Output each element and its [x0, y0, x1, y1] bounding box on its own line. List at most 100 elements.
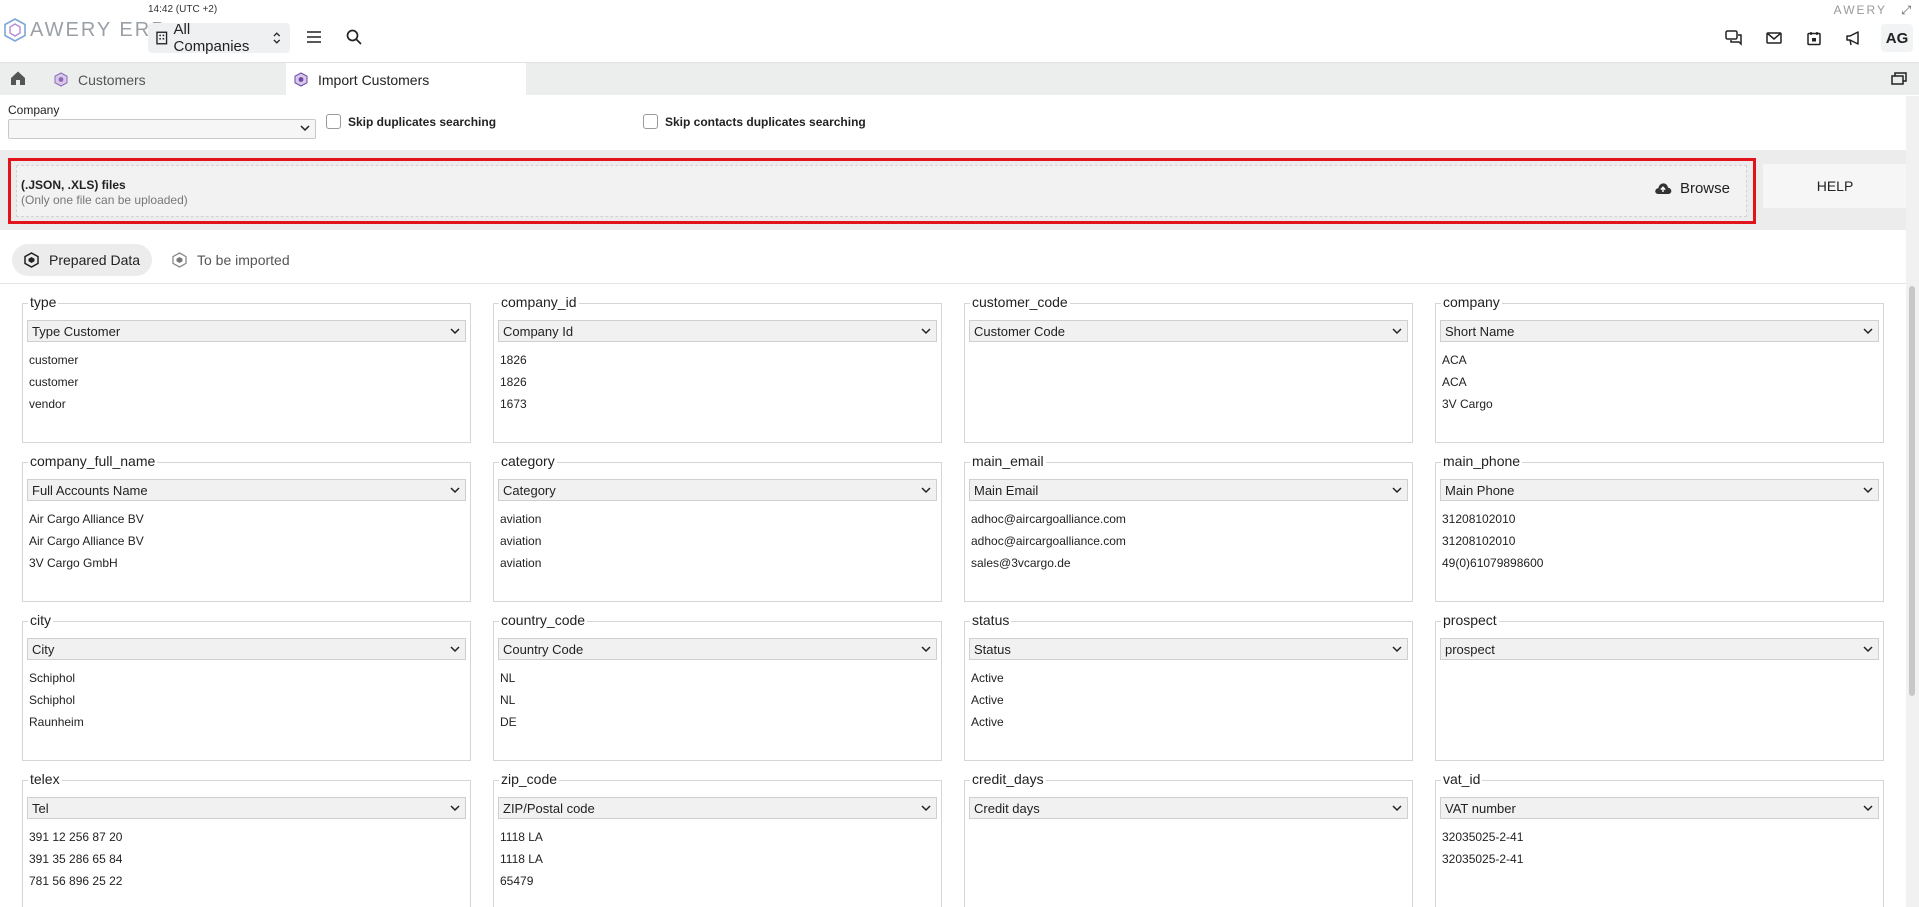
logo-text: AWERY ERP — [30, 18, 167, 41]
tab-import-customers[interactable]: Import Customers — [286, 63, 526, 96]
field-mapping-select[interactable]: Type Customer — [27, 320, 466, 342]
chevron-down-icon — [450, 328, 460, 335]
field-card-type: type Type Customer customer customer vendor — [22, 286, 471, 446]
skip-duplicates-checkbox[interactable]: Skip duplicates searching — [326, 114, 496, 129]
field-sample-value: Raunheim — [29, 715, 84, 729]
field-sample-value: Air Cargo Alliance BV — [29, 512, 144, 526]
brand-text: AWERY — [1833, 3, 1887, 17]
tab-prepared-data[interactable]: Prepared Data — [12, 244, 153, 276]
browse-button[interactable]: Browse — [1654, 180, 1730, 197]
field-mapping-select[interactable]: ZIP/Postal code — [498, 797, 937, 819]
field-mapping-value: Full Accounts Name — [32, 483, 148, 498]
field-card-credit-days: credit_days Credit days — [964, 763, 1413, 907]
company-label: Company — [8, 103, 60, 117]
field-mapping-select[interactable]: Company Id — [498, 320, 937, 342]
field-card-company: company Short Name ACA ACA 3V Cargo — [1435, 286, 1884, 446]
field-card-company-id: company_id Company Id 1826 1826 1673 — [493, 286, 942, 446]
field-mapping-select[interactable]: Short Name — [1440, 320, 1879, 342]
mail-icon[interactable] — [1760, 24, 1788, 52]
menu-icon[interactable] — [300, 23, 328, 51]
expand-icon[interactable]: ⤢ — [1901, 3, 1911, 18]
logo-icon — [4, 18, 26, 42]
tab-to-be-imported[interactable]: To be imported — [160, 244, 302, 276]
field-mapping-select[interactable]: City — [27, 638, 466, 660]
field-mapping-value: City — [32, 642, 55, 657]
hexagon-icon — [172, 252, 187, 268]
field-sample-value: aviation — [500, 512, 542, 526]
home-icon[interactable] — [10, 70, 26, 89]
field-mapping-select[interactable]: Full Accounts Name — [27, 479, 466, 501]
checkbox-box[interactable] — [326, 114, 341, 129]
hexagon-icon — [294, 72, 308, 87]
app-logo[interactable]: AWERY ERP — [4, 18, 167, 42]
field-sample-value: 31208102010 — [1442, 512, 1516, 526]
company-selector-label: All Companies — [173, 21, 250, 55]
file-dropzone[interactable]: (.JSON, .XLS) files (Only one file can b… — [16, 165, 1747, 217]
calendar-icon[interactable] — [1800, 24, 1828, 52]
field-sample-value: Schiphol — [29, 693, 76, 707]
field-mapping-select[interactable]: prospect — [1440, 638, 1879, 660]
field-mapping-select[interactable]: Main Email — [969, 479, 1408, 501]
field-mapping-select[interactable]: Tel — [27, 797, 466, 819]
help-button[interactable]: HELP — [1763, 164, 1907, 208]
company-selector[interactable]: All Companies — [148, 21, 290, 55]
browse-label: Browse — [1679, 180, 1730, 197]
field-name: prospect — [1441, 612, 1499, 628]
field-name: telex — [28, 771, 62, 787]
field-mapping-value: Company Id — [503, 324, 574, 339]
field-mapping-select[interactable]: Status — [969, 638, 1408, 660]
scrollbar-thumb[interactable] — [1909, 286, 1915, 696]
field-card-status: status Status Active Active Active — [964, 604, 1413, 764]
field-mapping-value: Category — [503, 483, 556, 498]
field-mapping-select[interactable]: VAT number — [1440, 797, 1879, 819]
field-mapping-select[interactable]: Country Code — [498, 638, 937, 660]
field-name: type — [28, 294, 59, 310]
field-mapping-value: ZIP/Postal code — [503, 801, 595, 816]
window-restore-icon[interactable] — [1891, 72, 1907, 88]
field-name: company — [1441, 294, 1502, 310]
filters-row: Company Skip duplicates searching Skip c… — [0, 96, 1910, 148]
field-card-main-email: main_email Main Email adhoc@aircargoallian… — [964, 445, 1413, 605]
tab-label: Customers — [78, 71, 146, 88]
field-card-main-phone: main_phone Main Phone 31208102010 312081020… — [1435, 445, 1884, 605]
field-sample-value: 781 56 896 25 22 — [29, 874, 123, 888]
field-card-prospect: prospect prospect — [1435, 604, 1884, 764]
company-dropdown[interactable] — [8, 119, 316, 139]
field-mapping-grid: type Type Customer customer customer vendor c… — [0, 286, 1906, 907]
field-sample-value: 49(0)61079898600 — [1442, 556, 1544, 570]
tab-customers[interactable]: Customers — [52, 63, 284, 96]
page-scrollbar[interactable] — [1906, 96, 1919, 907]
field-name: vat_id — [1441, 771, 1483, 787]
search-icon[interactable] — [340, 23, 368, 51]
field-sample-value: 391 12 256 87 20 — [29, 830, 123, 844]
field-card-vat-id: vat_id VAT number 32035025-2-41 32035025-2-… — [1435, 763, 1884, 907]
checkbox-box[interactable] — [643, 114, 658, 129]
skip-contacts-duplicates-checkbox[interactable]: Skip contacts duplicates searching — [643, 114, 866, 129]
field-sample-value: Active — [971, 715, 1004, 729]
field-mapping-select[interactable]: Credit days — [969, 797, 1408, 819]
field-sample-value: 3V Cargo — [1442, 397, 1493, 411]
field-sample-value: 31208102010 — [1442, 534, 1516, 548]
megaphone-icon[interactable] — [1840, 24, 1868, 52]
top-bar: 14:42 (UTC +2) AWERY ERP All Companies A… — [0, 0, 1919, 62]
field-mapping-select[interactable]: Main Phone — [1440, 479, 1879, 501]
user-avatar[interactable]: AG — [1881, 24, 1913, 52]
field-mapping-select[interactable]: Category — [498, 479, 937, 501]
field-sample-value: 32035025-2-41 — [1442, 830, 1524, 844]
field-sample-value: 391 35 286 65 84 — [29, 852, 123, 866]
updown-chevron-icon — [273, 32, 281, 44]
chevron-down-icon — [921, 646, 931, 653]
field-sample-value: 1118 LA — [500, 852, 543, 866]
field-sample-value: 32035025-2-41 — [1442, 852, 1524, 866]
tab-label: Import Customers — [318, 71, 430, 88]
field-sample-value: NL — [500, 671, 516, 685]
field-sample-value: vendor — [29, 397, 66, 411]
field-sample-value: 1118 LA — [500, 830, 543, 844]
field-name: category — [499, 453, 557, 469]
field-card-country-code: country_code Country Code NL NL DE — [493, 604, 942, 764]
skip-duplicates-label: Skip duplicates searching — [348, 114, 497, 129]
chat-icon[interactable] — [1720, 24, 1748, 52]
field-mapping-value: Tel — [32, 801, 49, 816]
field-mapping-select[interactable]: Customer Code — [969, 320, 1408, 342]
field-sample-value: Active — [971, 693, 1004, 707]
